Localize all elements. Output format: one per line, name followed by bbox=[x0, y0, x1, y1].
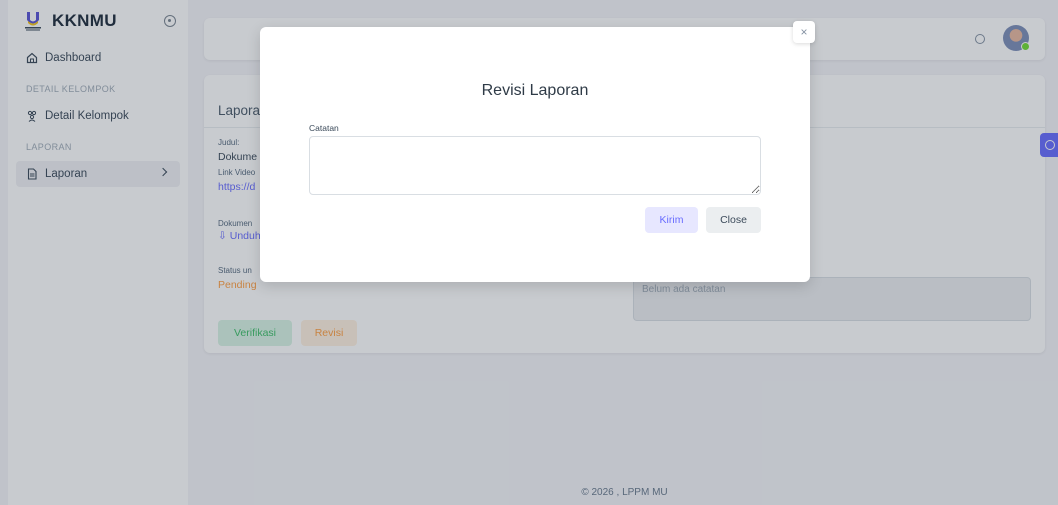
close-button[interactable]: Close bbox=[706, 207, 761, 233]
close-icon[interactable]: × bbox=[793, 21, 815, 43]
modal-title: Revisi Laporan bbox=[481, 82, 589, 99]
revisi-modal: Revisi Laporan Catatan Kirim Close bbox=[260, 27, 810, 282]
kirim-button[interactable]: Kirim bbox=[645, 207, 698, 233]
catatan-label: Catatan bbox=[309, 123, 339, 133]
catatan-textarea[interactable] bbox=[309, 136, 761, 195]
